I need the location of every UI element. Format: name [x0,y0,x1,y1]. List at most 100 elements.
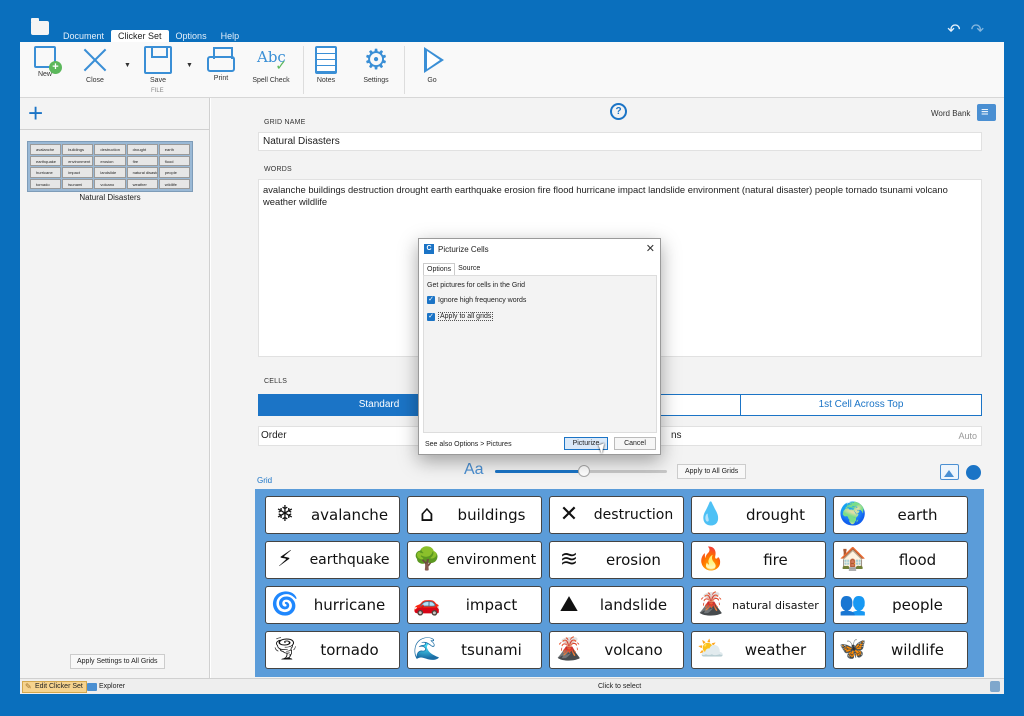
notes-icon [315,46,337,74]
grid-thumbnail[interactable]: avalanche buildings destruction drought eart… [27,141,193,192]
cell-picture-icon: ⛅ [697,637,725,662]
text-size-slider-fill [495,470,585,473]
print-label: Print [213,75,229,82]
dialog-title: Picturize Cells [438,245,489,254]
close-dropdown-icon[interactable]: ▼ [124,62,131,69]
cell-picture-icon: 💧 [697,502,725,527]
thumbnail-cell: erosion [94,155,126,166]
gear-icon: ⚙ [363,44,389,75]
cell-picture-icon: 👥 [839,592,867,617]
notes-button[interactable]: Notes [303,46,349,84]
picture-icon[interactable] [940,464,959,480]
folder-icon[interactable] [31,18,49,35]
cell-label: flood [898,551,937,569]
print-button[interactable]: Print [198,46,244,82]
menu-tab-document[interactable]: Document [56,30,111,42]
grid-cell[interactable]: 🌳 environment [407,541,542,579]
color-picker-button[interactable] [966,465,981,480]
play-icon [424,47,444,73]
settings-button[interactable]: ⚙ Settings [353,44,399,85]
grid-cell[interactable]: ⚡ earthquake [265,541,400,579]
thumbnail-cell: avalanche [30,144,62,155]
thumbnail-cell: impact [62,167,94,178]
new-button[interactable]: New [22,46,68,78]
grid-cell[interactable]: 👥 people [833,586,968,624]
apply-to-all-grids-checkbox[interactable]: ✓ Apply to all grids [427,312,494,321]
thumbnail-cell: earth [158,144,190,155]
go-button[interactable]: Go [409,46,455,84]
grid-cell[interactable]: ⛰ landslide [549,586,684,624]
spell-check-label: Spell Check [252,77,290,84]
menu-tab-help[interactable]: Help [214,30,247,42]
tab-source[interactable]: Source [455,263,483,275]
text-size-slider[interactable] [495,465,667,477]
cell-picture-icon: 🌋 [555,637,583,662]
help-icon[interactable]: ? [610,103,627,120]
grid-cell[interactable]: 🔥 fire [691,541,826,579]
apply-to-all-grids-button[interactable]: Apply to All Grids [677,464,747,479]
ribbon: New Close ▼ Save ▼ FILE Print Abc Spell … [20,42,1004,98]
grid-cell[interactable]: ✕ destruction [549,496,684,534]
tab-options[interactable]: Options [423,263,456,275]
cell-picture-icon: 🏠 [839,547,867,572]
explorer-button[interactable]: Explorer [86,682,125,692]
cell-picture-icon: ⚡ [277,547,293,572]
grid-cell[interactable]: 🏠 flood [833,541,968,579]
thumbnail-cell: environment [62,155,94,166]
grid-cell[interactable]: 🌀 hurricane [265,586,400,624]
grid-cell[interactable]: 🌊 tsunami [407,631,542,669]
grid-cell[interactable]: 🦋 wildlife [833,631,968,669]
cell-label: earthquake [309,552,390,568]
thumbnail-cell: earthquake [30,155,62,166]
dialog-intro-text: Get pictures for cells in the Grid [427,282,526,289]
grid-cell[interactable]: 💧 drought [691,496,826,534]
status-bar: Edit Clicker Set Explorer Click to selec… [20,678,1004,694]
apply-to-all-grids-label: Apply to all grids [438,312,494,321]
spell-check-button[interactable]: Abc Spell Check [248,46,294,84]
save-dropdown-icon[interactable]: ▼ [186,62,193,69]
cancel-button[interactable]: Cancel [614,437,656,450]
grid-cell[interactable]: ⌂ buildings [407,496,542,534]
cell-picture-icon: ⛰ [559,592,579,617]
grid-cell[interactable]: 🌍 earth [833,496,968,534]
grid-cell[interactable]: 🌪 tornado [265,631,400,669]
new-icon [34,46,62,74]
grid-cell[interactable]: ≋ erosion [549,541,684,579]
grid-cell[interactable]: 🌋 volcano [549,631,684,669]
cell-picture-icon: 🚗 [413,592,441,617]
close-icon[interactable]: ✕ [646,242,655,255]
menu-tab-options[interactable]: Options [169,30,214,42]
save-button[interactable]: Save [135,46,181,84]
grid-cell[interactable]: 🌋 natural disaster [691,586,826,624]
cell-label: buildings [457,506,526,524]
close-button[interactable]: Close [72,46,118,84]
undo-redo-group: ↶ ↷ [947,20,984,40]
word-bank-button[interactable] [977,104,996,121]
undo-icon[interactable]: ↶ [947,20,960,40]
order-value: Auto [958,431,977,441]
go-icon-wrap [418,46,446,74]
grid-cell[interactable]: 🚗 impact [407,586,542,624]
add-grid-button[interactable]: + [28,100,43,126]
checkbox-checked-icon: ✓ [427,312,435,321]
apply-settings-all-grids-button[interactable]: Apply Settings to All Grids [70,654,165,669]
thumbnail-cell: drought [126,144,158,155]
tab-first-cell-across-top[interactable]: 1st Cell Across Top [740,395,981,415]
ribbon-divider [404,46,405,94]
redo-icon[interactable]: ↷ [971,20,984,40]
dialog-title-bar: C Picturize Cells ✕ [419,239,660,259]
ignore-high-frequency-checkbox[interactable]: ✓ Ignore high frequency words [427,296,526,304]
cell-label: volcano [604,641,663,659]
grid-name-input[interactable]: Natural Disasters [258,132,982,151]
grid-cell[interactable]: ⛅ weather [691,631,826,669]
close-label: Close [86,77,104,84]
menu-tabs: Document Clicker Set Options Help [56,30,246,42]
cells-label: CELLS [264,378,288,385]
status-info-icon[interactable] [990,681,1000,692]
cell-label: weather [744,641,807,659]
text-size-slider-handle[interactable] [578,465,591,477]
grid-cell[interactable]: ❄ avalanche [265,496,400,534]
menu-tab-clicker-set[interactable]: Clicker Set [111,30,169,42]
order-label: Order [261,430,287,441]
edit-clicker-set-button[interactable]: Edit Clicker Set [22,681,87,693]
